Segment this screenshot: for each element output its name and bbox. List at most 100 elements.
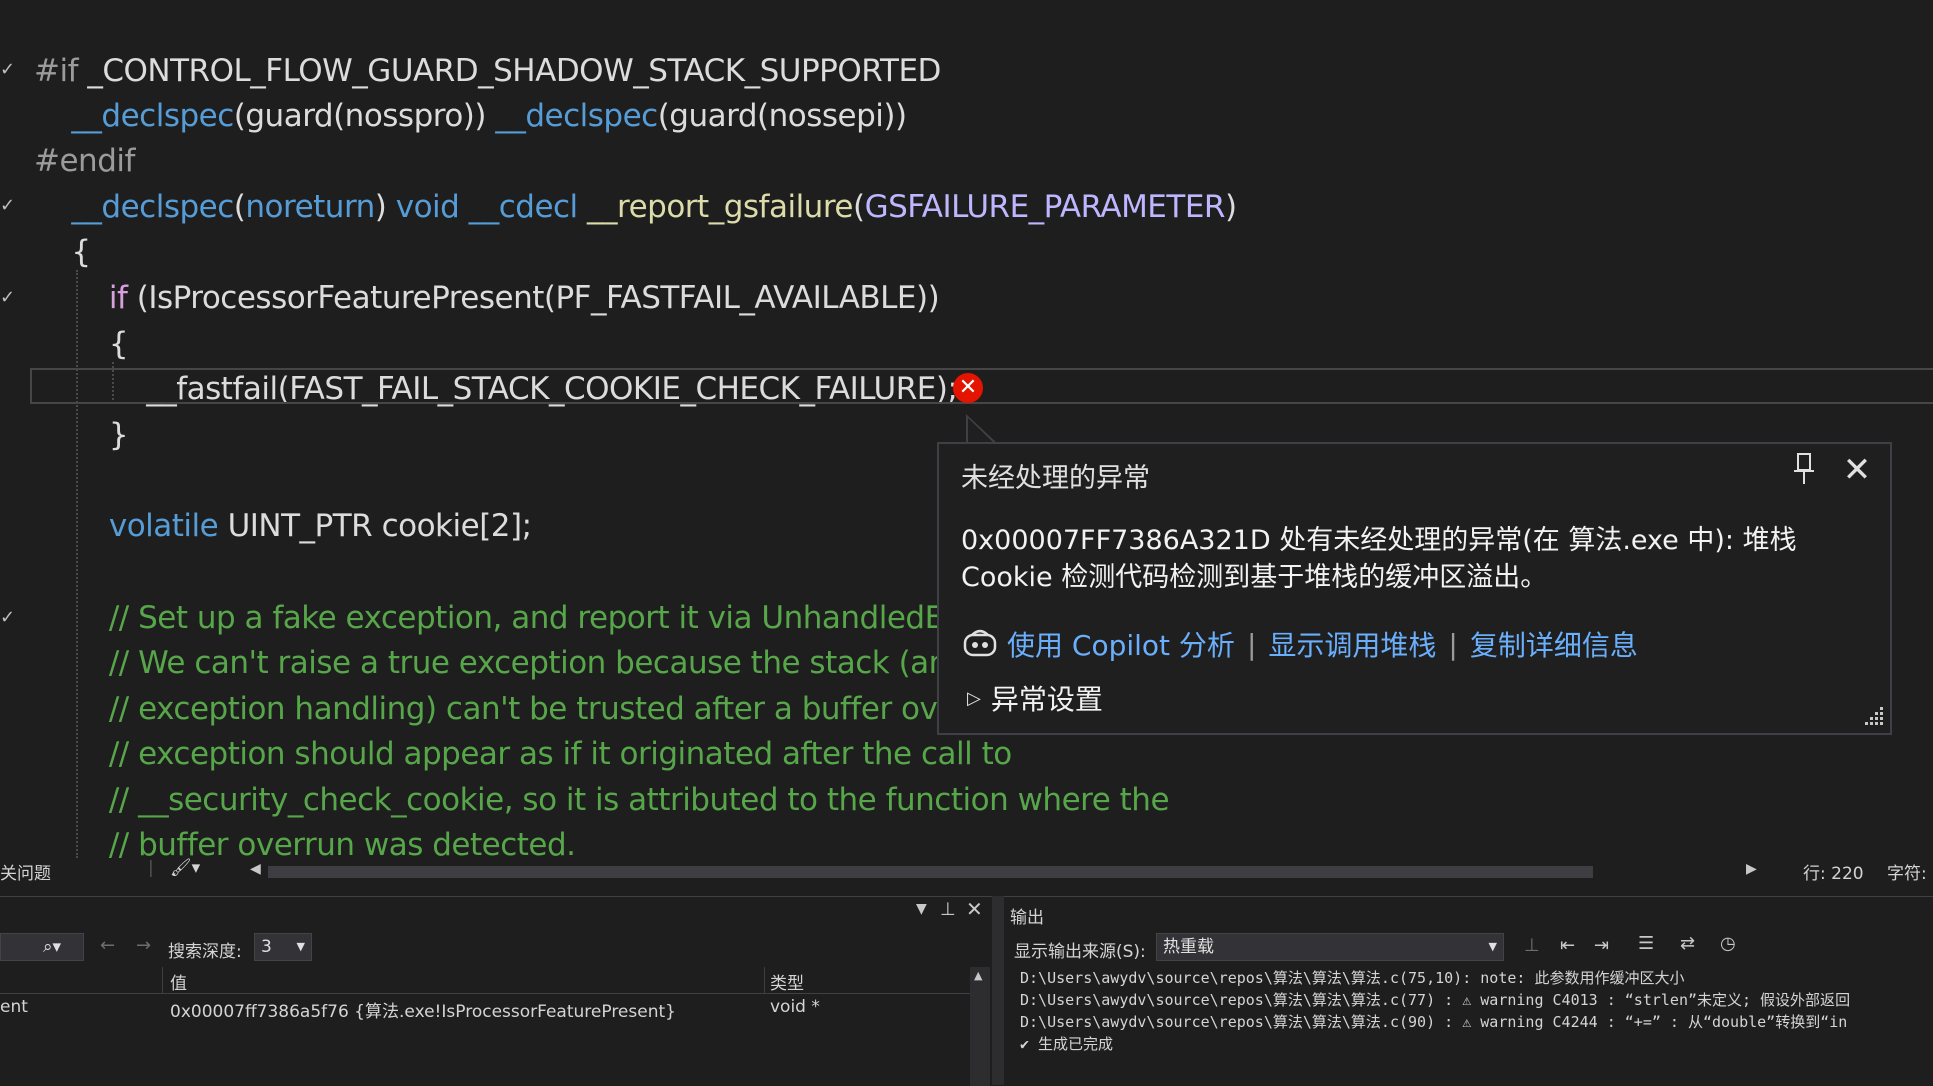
code-editor[interactable]: #if _CONTROL_FLOW_GUARD_SHADOW_STACK_SUP… <box>0 0 1933 858</box>
code-token: UINT_PTR <box>218 508 382 544</box>
row-value: 0x00007ff7386a5f76 {算法.exe!IsProcessorFe… <box>170 1002 676 1022</box>
row-name: ent <box>0 997 28 1017</box>
copilot-icon[interactable] <box>961 627 999 661</box>
code-token: { <box>34 326 129 362</box>
fold-toggle-icon[interactable]: ✓ <box>0 196 15 216</box>
popup-pointer <box>968 418 996 445</box>
code-token: __cdecl <box>468 189 578 225</box>
search-depth-label: 搜索深度: <box>168 942 242 962</box>
code-line: volatile UINT_PTR cookie[2]; <box>34 503 532 549</box>
output-line: D:\Users\awydv\source\repos\算法\算法\算法.c(7… <box>1020 991 1851 1009</box>
output-source-select[interactable]: 热重载 ▼ <box>1156 933 1504 961</box>
code-token: ) <box>1224 189 1237 225</box>
code-token: ( <box>852 189 865 225</box>
search-depth-select[interactable]: 3 ▼ <box>254 933 312 961</box>
back-arrow-icon[interactable]: ← <box>100 935 115 956</box>
code-token: __declspec <box>71 189 234 225</box>
table-row[interactable]: ent 0x00007ff7386a5f76 {算法.exe!IsProcess… <box>0 995 970 1022</box>
code-line: // __security_check_cookie, so it is att… <box>34 777 1170 823</box>
table-header: 值 类型 <box>0 967 970 994</box>
search-box[interactable]: ⌕▾ <box>0 933 84 961</box>
code-token: { <box>34 234 91 270</box>
horizontal-scroll-thumb[interactable] <box>268 866 1593 878</box>
output-line: ✔ 生成已完成 <box>1020 1035 1114 1053</box>
divider <box>764 967 765 993</box>
code-line: { <box>34 321 129 367</box>
pin-icon[interactable] <box>1789 452 1819 492</box>
prev-message-icon[interactable]: ⇤ <box>1560 935 1575 956</box>
divider <box>162 967 163 993</box>
row-type: void * <box>770 997 820 1017</box>
exception-message: 0x00007FF7386A321D 处有未经处理的异常(在 算法.exe 中)… <box>961 525 1797 593</box>
link-separator: | <box>1246 627 1257 661</box>
code-line: // Set up a fake exception, and report i… <box>34 595 997 641</box>
scroll-right-icon[interactable]: ▶ <box>1746 861 1757 877</box>
show-call-stack-link[interactable]: 显示调用堆栈 <box>1268 624 1436 664</box>
code-line: { <box>34 229 91 275</box>
output-text[interactable]: D:\Users\awydv\source\repos\算法\算法\算法.c(7… <box>1020 967 1933 1055</box>
code-token: cookie <box>381 508 480 544</box>
brush-icon[interactable]: 🖌▾ <box>170 858 200 878</box>
divider: | <box>148 858 154 878</box>
fold-toggle-icon[interactable]: ✓ <box>0 60 15 80</box>
error-icon[interactable]: ✕ <box>953 373 983 403</box>
fold-toggle-icon[interactable]: ✓ <box>0 288 15 308</box>
code-token: // Set up a fake exception, and report i… <box>34 600 997 636</box>
code-token: volatile <box>108 508 219 544</box>
copy-details-link[interactable]: 复制详细信息 <box>1470 624 1638 664</box>
code-token: } <box>34 417 129 453</box>
output-source-label: 显示输出来源(S): <box>1014 942 1146 962</box>
vertical-scrollbar[interactable]: ▲ <box>970 967 990 1086</box>
scroll-up-icon[interactable]: ▲ <box>974 969 982 982</box>
clear-all-icon[interactable]: ☰ <box>1638 933 1654 954</box>
exception-settings-toggle[interactable]: ▷ 异常设置 <box>967 678 1103 718</box>
code-token: GSFAILURE_PARAMETER <box>864 189 1226 225</box>
char-number: 字符: <box>1887 864 1927 884</box>
indent-guide <box>76 270 78 858</box>
panel-splitter[interactable] <box>992 896 1004 1085</box>
close-icon[interactable]: ✕ <box>1839 450 1875 490</box>
code-token: _CONTROL_FLOW_GUARD_SHADOW_STACK_SUPPORT… <box>87 53 941 89</box>
link-separator: | <box>1448 627 1458 661</box>
code-line: __declspec(noreturn) void __cdecl __repo… <box>34 184 1237 230</box>
find-message-icon[interactable]: ⊥ <box>1524 935 1540 956</box>
close-icon[interactable]: ✕ <box>966 897 983 921</box>
code-token: [2]; <box>479 508 532 544</box>
dropdown-icon[interactable]: ▼ <box>916 901 927 917</box>
code-line: #endif <box>34 138 135 184</box>
output-panel: 输出 显示输出来源(S): 热重载 ▼ ⊥ ⇤ ⇥ ☰ ⇄ ◷ D:\Users… <box>1004 896 1933 1086</box>
resize-grip-icon[interactable] <box>1860 703 1886 729</box>
forward-arrow-icon[interactable]: → <box>136 935 151 956</box>
pin-icon[interactable]: ⊥ <box>940 899 956 920</box>
code-line: __declspec(guard(nosspro)) __declspec(gu… <box>34 93 907 139</box>
word-wrap-icon[interactable]: ⇄ <box>1680 933 1695 954</box>
code-line: if (IsProcessorFeaturePresent(PF_FASTFAI… <box>34 275 940 321</box>
code-line: // exception should appear as if it orig… <box>34 731 1012 777</box>
exception-popup: 未经处理的异常 ✕ 0x00007FF7386A321D 处有未经处理的异常(在… <box>937 442 1892 735</box>
fold-toggle-icon[interactable]: ✓ <box>0 608 15 628</box>
code-token: __declspec <box>495 98 658 134</box>
code-line: // buffer overrun was detected. <box>34 822 576 858</box>
col-header-value[interactable]: 值 <box>170 969 187 994</box>
exception-settings-label: 异常设置 <box>990 683 1103 716</box>
scroll-left-icon[interactable]: ◀ <box>250 861 261 877</box>
code-token: __declspec <box>71 98 234 134</box>
code-line: // We can't raise a true exception becau… <box>34 640 1008 686</box>
issues-indicator[interactable]: 关问题 <box>0 859 51 884</box>
next-message-icon[interactable]: ⇥ <box>1594 935 1609 956</box>
line-number: 行: 220 <box>1803 864 1864 884</box>
autos-panel: ▼ ⊥ ✕ ⌕▾ ← → 搜索深度: 3 ▼ 值 类型 ent 0x00007f… <box>0 896 992 1086</box>
chevron-right-icon: ▷ <box>967 687 981 709</box>
clock-icon[interactable]: ◷ <box>1720 933 1736 954</box>
col-header-type[interactable]: 类型 <box>770 969 804 994</box>
code-token: // exception should appear as if it orig… <box>34 736 1012 772</box>
code-token: void <box>395 189 460 225</box>
code-token: ) <box>374 189 396 225</box>
output-line: D:\Users\awydv\source\repos\算法\算法\算法.c(9… <box>1020 1013 1848 1031</box>
copilot-analyze-link[interactable]: 使用 Copilot 分析 <box>1007 624 1235 664</box>
code-token: // buffer overrun was detected. <box>34 827 576 858</box>
search-depth-value: 3 <box>261 937 272 957</box>
output-line: D:\Users\awydv\source\repos\算法\算法\算法.c(7… <box>1020 969 1685 987</box>
